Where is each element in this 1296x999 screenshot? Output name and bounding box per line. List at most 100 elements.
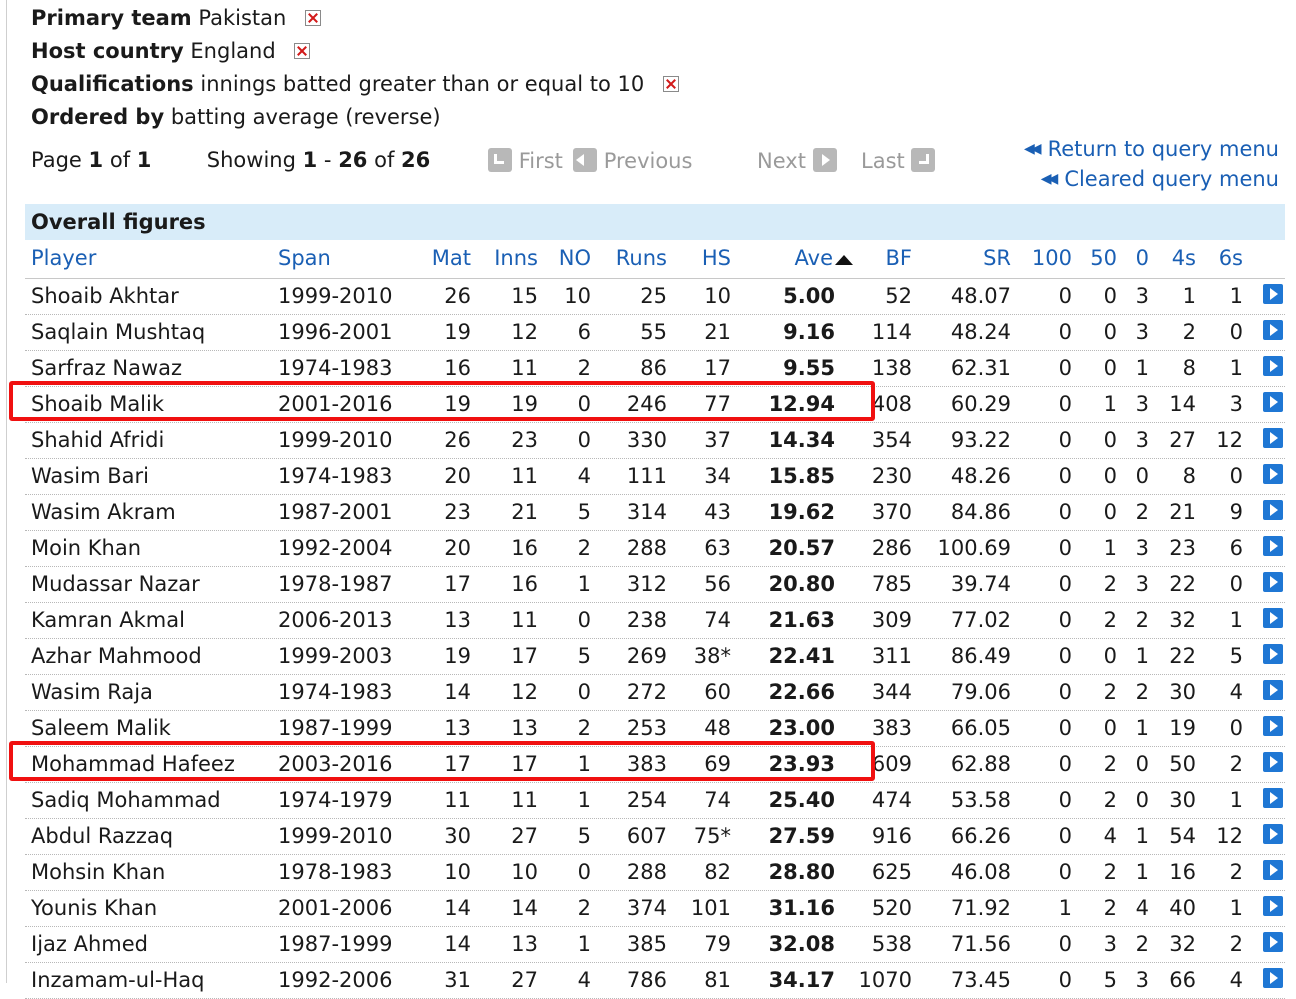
play-arrow-icon[interactable] xyxy=(1263,752,1283,772)
cell-ave: 14.34 xyxy=(768,428,835,452)
cell-0: 0 xyxy=(1135,752,1149,776)
cell-hs: 34 xyxy=(704,464,731,488)
cell-player[interactable]: Saqlain Mushtaq xyxy=(31,320,205,344)
cell-bf: 383 xyxy=(871,716,912,740)
cell-player[interactable]: Inzamam-ul-Haq xyxy=(31,968,204,992)
play-arrow-icon[interactable] xyxy=(1263,356,1283,376)
play-arrow-icon[interactable] xyxy=(1263,968,1283,988)
play-arrow-icon[interactable] xyxy=(1263,932,1283,952)
column-header-50[interactable]: 50 xyxy=(1090,246,1117,270)
cell-player[interactable]: Mohsin Khan xyxy=(31,860,165,884)
table-body: Shoaib Akhtar 1999-2010 26 15 10 25 10 5.00 52 48… xyxy=(25,279,1285,999)
column-header-inns[interactable]: Inns xyxy=(494,246,538,270)
cell-player[interactable]: Wasim Bari xyxy=(31,464,149,488)
cell-mat: 10 xyxy=(444,860,471,884)
column-header-span[interactable]: Span xyxy=(278,246,331,270)
column-header-no[interactable]: NO xyxy=(559,246,591,270)
cell-player[interactable]: Sarfraz Nawaz xyxy=(31,356,182,380)
column-header-0[interactable]: 0 xyxy=(1136,246,1149,270)
remove-filter-icon[interactable] xyxy=(305,10,322,26)
table-row: Shahid Afridi 1999-2010 26 23 0 330 37 14.34 354… xyxy=(25,423,1285,459)
nav-next[interactable]: Next xyxy=(757,148,837,173)
cell-sr: 60.29 xyxy=(950,392,1011,416)
column-header-ave[interactable]: Ave xyxy=(795,246,853,270)
column-header-6s[interactable]: 6s xyxy=(1219,246,1243,270)
column-header-player[interactable]: Player xyxy=(31,246,96,270)
play-arrow-icon[interactable] xyxy=(1263,464,1283,484)
column-header-mat[interactable]: Mat xyxy=(432,246,471,270)
play-arrow-icon[interactable] xyxy=(1263,860,1283,880)
column-header-label: NO xyxy=(558,246,591,270)
remove-filter-icon[interactable] xyxy=(294,43,311,59)
return-to-query-menu-link[interactable]: ◀◀ Return to query menu xyxy=(1024,136,1279,166)
play-arrow-icon[interactable] xyxy=(1263,500,1283,520)
cleared-query-menu-link[interactable]: ◀◀ Cleared query menu xyxy=(1024,166,1279,196)
column-header-runs[interactable]: Runs xyxy=(616,246,667,270)
nav-first[interactable]: First xyxy=(488,148,563,173)
cell-4s: 21 xyxy=(1169,500,1196,524)
cell-inns: 23 xyxy=(511,428,538,452)
cell-bf: 538 xyxy=(871,932,912,956)
play-arrow-icon[interactable] xyxy=(1263,716,1283,736)
cell-span: 1987-1999 xyxy=(278,716,393,740)
play-arrow-icon[interactable] xyxy=(1263,428,1283,448)
cell-player[interactable]: Kamran Akmal xyxy=(31,608,185,632)
play-arrow-icon[interactable] xyxy=(1263,608,1283,628)
cell-ave: 9.55 xyxy=(783,356,835,380)
cell-no: 2 xyxy=(577,896,591,920)
nav-last[interactable]: Last xyxy=(861,148,936,173)
cell-player[interactable]: Shahid Afridi xyxy=(31,428,164,452)
column-header-100[interactable]: 100 xyxy=(1032,246,1072,270)
play-arrow-icon[interactable] xyxy=(1263,320,1283,340)
play-arrow-icon[interactable] xyxy=(1263,572,1283,592)
cell-sr: 84.86 xyxy=(950,500,1011,524)
cell-player[interactable]: Shoaib Akhtar xyxy=(31,284,179,308)
play-arrow-icon[interactable] xyxy=(1263,788,1283,808)
cell-player[interactable]: Ijaz Ahmed xyxy=(31,932,148,956)
last-label: Last xyxy=(861,149,905,173)
cell-6s: 2 xyxy=(1229,752,1243,776)
cell-6s: 1 xyxy=(1229,788,1243,812)
cell-ave: 21.63 xyxy=(768,608,835,632)
cell-player[interactable]: Shoaib Malik xyxy=(31,392,164,416)
column-header-sr[interactable]: SR xyxy=(983,246,1011,270)
cell-player[interactable]: Abdul Razzaq xyxy=(31,824,173,848)
play-arrow-icon[interactable] xyxy=(1263,284,1283,304)
cell-4s: 32 xyxy=(1169,608,1196,632)
cleared-link-label: Cleared query menu xyxy=(1064,167,1279,191)
cell-player[interactable]: Mudassar Nazar xyxy=(31,572,200,596)
nav-previous[interactable]: Previous xyxy=(573,148,692,173)
cell-inns: 14 xyxy=(511,896,538,920)
cell-player[interactable]: Moin Khan xyxy=(31,536,141,560)
cell-50: 0 xyxy=(1103,500,1117,524)
column-header-4s[interactable]: 4s xyxy=(1172,246,1196,270)
column-header-bf[interactable]: BF xyxy=(886,246,913,270)
play-arrow-icon[interactable] xyxy=(1263,896,1283,916)
remove-filter-icon[interactable] xyxy=(662,76,679,92)
filter-label: Primary team xyxy=(31,6,192,30)
cell-player[interactable]: Azhar Mahmood xyxy=(31,644,202,668)
column-header-hs[interactable]: HS xyxy=(702,246,731,270)
cell-hs: 17 xyxy=(704,356,731,380)
cell-sr: 93.22 xyxy=(950,428,1011,452)
cell-mat: 26 xyxy=(444,428,471,452)
cell-mat: 13 xyxy=(444,608,471,632)
cell-6s: 12 xyxy=(1216,428,1243,452)
filter-value: batting average (reverse) xyxy=(170,105,441,129)
play-arrow-icon[interactable] xyxy=(1263,824,1283,844)
cell-0: 3 xyxy=(1135,320,1149,344)
cell-bf: 370 xyxy=(871,500,912,524)
table-row: Kamran Akmal 2006-2013 13 11 0 238 74 21.63 309 7… xyxy=(25,603,1285,639)
cell-player[interactable]: Mohammad Hafeez xyxy=(31,752,235,776)
showing-total: 26 xyxy=(401,148,431,172)
cell-player[interactable]: Wasim Raja xyxy=(31,680,153,704)
cell-player[interactable]: Sadiq Mohammad xyxy=(31,788,221,812)
cell-player[interactable]: Younis Khan xyxy=(31,896,157,920)
cell-bf: 230 xyxy=(871,464,912,488)
play-arrow-icon[interactable] xyxy=(1263,644,1283,664)
cell-player[interactable]: Wasim Akram xyxy=(31,500,176,524)
cell-player[interactable]: Saleem Malik xyxy=(31,716,171,740)
play-arrow-icon[interactable] xyxy=(1263,680,1283,700)
play-arrow-icon[interactable] xyxy=(1263,536,1283,556)
play-arrow-icon[interactable] xyxy=(1263,392,1283,412)
